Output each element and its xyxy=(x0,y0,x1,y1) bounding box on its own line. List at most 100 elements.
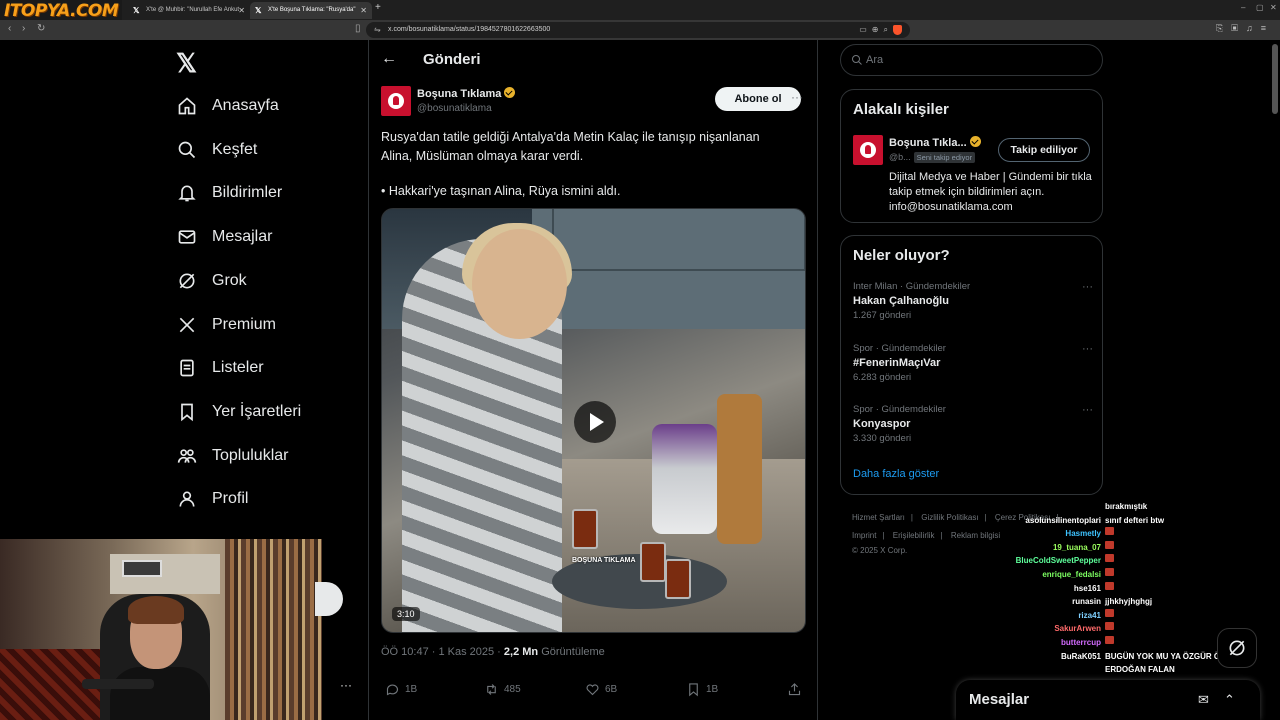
grok-float-button[interactable] xyxy=(1217,628,1257,668)
reload-icon[interactable]: ↻ xyxy=(37,23,45,34)
close-window-icon[interactable]: ✕ xyxy=(1270,3,1277,12)
chat-emote-icon xyxy=(1105,608,1114,617)
chat-message: 19_tuana_07 xyxy=(990,540,1260,555)
browser-tab-1[interactable]: 𝕏 X'te @ Muhbir: "Nurullah Efe Ankut ✕ xyxy=(128,2,250,19)
more-options-icon[interactable]: ··· xyxy=(1082,343,1093,355)
user-icon xyxy=(176,488,198,510)
messages-drawer[interactable]: Mesajlar ✉ ⌃ xyxy=(956,680,1260,720)
trend-item[interactable]: Inter Milan · Gündemdekiler Hakan Çalhan… xyxy=(853,281,1093,321)
back-arrow-icon[interactable]: ← xyxy=(381,50,397,68)
search-icon xyxy=(851,53,863,71)
bookmark-button[interactable]: 1B xyxy=(686,682,718,697)
bell-icon xyxy=(176,182,198,204)
forward-icon[interactable]: › xyxy=(22,23,25,34)
related-bio: Dijital Medya ve Haber | Gündemi bir tık… xyxy=(889,171,1092,213)
nav-item-bookmarks[interactable]: Yer İşaretleri xyxy=(176,397,301,427)
post-text-line: • Hakkari'ye taşınan Alina, Rüya ismini … xyxy=(381,184,621,198)
author-handle[interactable]: @bosunatiklama xyxy=(417,103,492,114)
brave-shield-icon xyxy=(893,24,902,35)
site-info-icon[interactable]: ⇋ xyxy=(374,22,381,38)
close-tab-icon[interactable]: ✕ xyxy=(238,2,245,19)
nav-item-home[interactable]: Anasayfa xyxy=(176,91,279,121)
video-watermark: BOŞUNA TIKLAMA xyxy=(572,557,636,564)
grok-icon xyxy=(1229,640,1245,656)
share-icon xyxy=(788,683,801,696)
x-logo-icon: 𝕏 xyxy=(255,6,262,15)
chat-username: 19_tuana_07 xyxy=(1052,542,1101,552)
url-actions[interactable]: ▭⊕⌕ xyxy=(859,22,902,38)
author-avatar[interactable] xyxy=(381,86,411,116)
repost-button[interactable]: 485 xyxy=(484,682,521,697)
author-name[interactable]: Boşuna Tıklama xyxy=(417,87,516,100)
more-options-icon[interactable]: ··· xyxy=(1082,281,1093,293)
nav-item-lists[interactable]: Listeler xyxy=(176,353,264,383)
nav-item-grok[interactable]: Grok xyxy=(176,266,247,296)
x-icon xyxy=(176,314,198,336)
home-icon xyxy=(176,95,198,117)
maximize-icon[interactable]: ▢ xyxy=(1256,3,1264,12)
back-icon[interactable]: ‹ xyxy=(8,23,11,34)
show-more-link[interactable]: Daha fazla göster xyxy=(853,468,939,480)
related-handle: @b... Seni takip ediyor xyxy=(889,152,976,163)
footer-link[interactable]: Hizmet Şartları xyxy=(852,513,905,522)
chat-username: SakurArwen xyxy=(1054,624,1101,634)
nav-item-notifications[interactable]: Bildirimler xyxy=(176,178,282,208)
trends-title: Neler oluyor? xyxy=(853,247,950,264)
nav-item-communities[interactable]: Topluluklar xyxy=(176,441,288,471)
footer-link[interactable]: Imprint xyxy=(852,531,876,540)
post-meta: ÖÖ 10:47 · 1 Kas 2025 · 2,2 Mn Görüntüle… xyxy=(381,646,605,658)
bookmark-page-icon[interactable]: ▯ xyxy=(355,23,361,34)
trend-item[interactable]: Spor · Gündemdekiler Konyaspor 3.330 gön… xyxy=(853,404,1093,444)
browser-toolbar: ‹ › ↻ ▯ ⇋ x.com/bosunatiklama/status/198… xyxy=(0,20,1280,40)
chevron-up-icon[interactable]: ⌃ xyxy=(1224,692,1235,708)
chat-username: hse161 xyxy=(1073,583,1101,593)
chat-username: riza41 xyxy=(1078,610,1101,620)
scrollbar[interactable] xyxy=(1272,44,1278,114)
following-button[interactable]: Takip ediliyor xyxy=(998,138,1090,162)
chat-message: runasin jjhkhyjhghgj xyxy=(990,595,1260,609)
address-bar[interactable]: ⇋ x.com/bosunatiklama/status/19845278016… xyxy=(366,22,910,38)
related-avatar[interactable] xyxy=(853,135,883,165)
more-options-icon[interactable]: ··· xyxy=(1082,404,1093,416)
more-icon[interactable]: ··· xyxy=(340,678,352,692)
chat-message: BlueColdSweetPepper xyxy=(990,554,1260,568)
trends-card: Neler oluyor? Inter Milan · Gündemdekile… xyxy=(840,235,1103,495)
chat-emote-icon xyxy=(1105,527,1114,536)
chat-text: BUGÜN YOK MU YA ÖZGÜR ÖZEL xyxy=(1105,651,1236,661)
chat-username xyxy=(990,500,1105,514)
subscribe-button[interactable]: Abone ol xyxy=(715,87,801,111)
post-text-line: Alina, Müslüman olmaya karar verdi. xyxy=(381,149,584,163)
related-people-card: Alakalı kişiler Boşuna Tıkla... @b... Sen… xyxy=(840,89,1103,223)
post-video[interactable]: BOŞUNA TIKLAMA 3:10 xyxy=(381,208,806,633)
nav-item-premium[interactable]: Premium xyxy=(176,310,276,340)
reply-button[interactable]: 1B xyxy=(385,682,417,697)
chat-emote-icon xyxy=(1105,540,1114,549)
trend-item[interactable]: Spor · Gündemdekiler #FenerinMaçıVar 6.2… xyxy=(853,343,1093,383)
related-name[interactable]: Boşuna Tıkla... xyxy=(889,136,981,149)
new-tab-icon[interactable]: + xyxy=(375,2,381,13)
chat-emote-icon xyxy=(1105,567,1114,576)
search-icon xyxy=(176,139,198,161)
x-logo-icon[interactable]: 𝕏 xyxy=(176,48,197,79)
chat-message: riza41 xyxy=(990,608,1260,623)
nav-item-messages[interactable]: Mesajlar xyxy=(176,222,272,252)
search-box[interactable]: Ara xyxy=(840,44,1103,76)
footer-link[interactable]: Gizlilik Politikası xyxy=(921,513,978,522)
chat-message: hse161 xyxy=(990,581,1260,596)
share-button[interactable] xyxy=(787,682,807,697)
main-column: ← Gönderi Boşuna Tıklama @bosunatiklama … xyxy=(368,40,818,720)
footer-link[interactable]: Erişilebilirlik xyxy=(893,531,935,540)
browser-tab-2[interactable]: 𝕏 X'te Boşuna Tıklama: "Rusya'da" ✕ xyxy=(250,2,372,19)
browser-extensions[interactable]: ⎘▣♫≡ xyxy=(1216,23,1274,34)
minimize-icon[interactable]: – xyxy=(1241,3,1245,12)
list-icon xyxy=(176,357,198,379)
verified-badge-icon xyxy=(504,87,516,98)
play-icon[interactable] xyxy=(574,401,616,443)
nav-item-profile[interactable]: Profil xyxy=(176,484,248,514)
more-options-icon[interactable]: ··· xyxy=(791,90,803,104)
nav-item-explore[interactable]: Keşfet xyxy=(176,135,257,165)
new-message-icon[interactable]: ✉ xyxy=(1198,692,1209,708)
like-button[interactable]: 6B xyxy=(585,682,617,697)
chat-message: Hasmetly xyxy=(990,527,1260,541)
close-tab-icon[interactable]: ✕ xyxy=(360,2,367,19)
